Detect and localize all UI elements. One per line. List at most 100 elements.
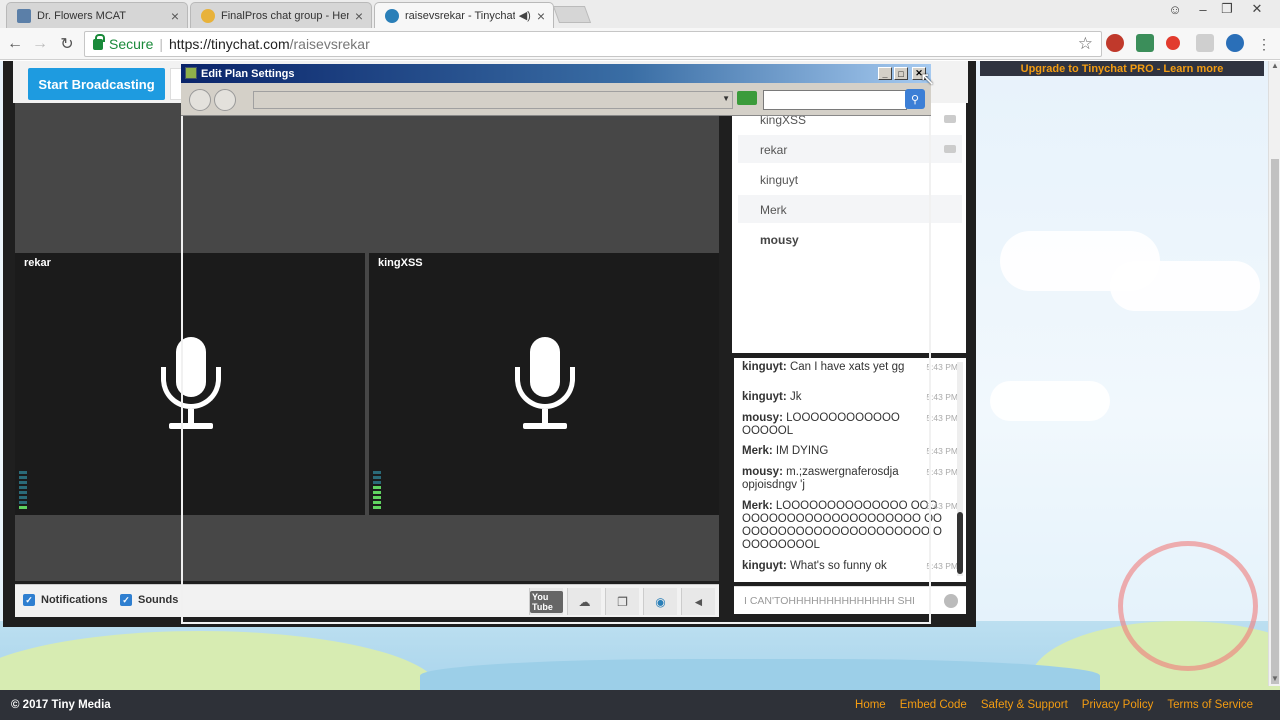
puzzle-extension-icon[interactable]: [1196, 34, 1214, 52]
audio-playing-icon[interactable]: ◀): [519, 9, 531, 22]
footer-link-home[interactable]: Home: [855, 699, 886, 711]
user-name: mousy: [760, 233, 799, 247]
notifications-checkbox[interactable]: ✓ Notifications: [23, 594, 108, 606]
message-text: Can I have xats yet gg: [789, 361, 905, 373]
maximize-icon[interactable]: □: [894, 67, 908, 80]
user-name: kinguyt: [760, 173, 799, 187]
tab-title: raisevsrekar - Tinychat: [405, 9, 515, 22]
video-tile-name: rekar: [24, 257, 51, 269]
audio-level-meter: [19, 467, 27, 509]
user-item-kinguyt[interactable]: kinguyt: [738, 165, 962, 193]
record-extension-icon[interactable]: [1166, 36, 1180, 50]
image-extension-icon[interactable]: [1136, 34, 1154, 52]
user-item-mousy[interactable]: mousy: [738, 225, 962, 253]
level-segment: [19, 496, 27, 499]
close-icon[interactable]: ×: [171, 9, 179, 23]
url-path: /raisevsrekar: [289, 36, 370, 52]
message-text: What's so funny ok: [789, 560, 887, 572]
edit-plan-window-titlebar[interactable]: Edit Plan Settings _ □ ✕: [181, 64, 931, 83]
mouse-cursor-icon: ↖: [920, 69, 936, 89]
cloud-decoration: [1110, 261, 1260, 311]
message-time: 5:43 PM: [926, 362, 958, 372]
sounds-checkbox[interactable]: ✓ Sounds: [120, 594, 178, 606]
bookmark-star-icon[interactable]: ☆: [1078, 34, 1093, 54]
tab-finalpros[interactable]: FinalPros chat group - Here ×: [190, 2, 372, 28]
level-segment: [373, 491, 381, 494]
adblock-extension-icon[interactable]: [1106, 34, 1124, 52]
address-bar[interactable]: Secure | https://tinychat.com /raisevsre…: [84, 31, 1102, 57]
notifications-label: Notifications: [41, 594, 108, 606]
level-segment: [373, 496, 381, 499]
search-input[interactable]: [763, 90, 907, 110]
separator: |: [159, 36, 163, 52]
scroll-up-icon[interactable]: ▲: [1269, 61, 1280, 73]
message-author: Merk:: [742, 445, 773, 457]
footer-link-privacy[interactable]: Privacy Policy: [1082, 699, 1154, 711]
level-segment: [373, 471, 381, 474]
level-segment: [19, 486, 27, 489]
sounds-label: Sounds: [138, 594, 179, 606]
footer-link-safety[interactable]: Safety & Support: [981, 699, 1068, 711]
footer-link-embed-code[interactable]: Embed Code: [900, 699, 967, 711]
message-text: Jk: [789, 391, 802, 403]
level-segment: [19, 501, 27, 504]
tab-bar: Dr. Flowers MCAT × FinalPros chat group …: [0, 0, 1280, 28]
message-time: 5:43 PM: [926, 413, 958, 423]
globe-extension-icon[interactable]: [1226, 34, 1244, 52]
upgrade-banner[interactable]: Upgrade to Tinychat PRO - Learn more: [980, 61, 1264, 76]
go-icon[interactable]: [737, 91, 757, 105]
scroll-down-icon[interactable]: ▼: [1269, 674, 1280, 686]
tab-tinychat[interactable]: raisevsrekar - Tinychat ◀) ×: [374, 2, 554, 28]
copyright: © 2017 Tiny Media: [11, 699, 111, 711]
user-item-rekar[interactable]: rekar: [738, 135, 962, 163]
video-tile-rekar[interactable]: rekar: [15, 253, 365, 515]
message-author: kinguyt:: [742, 361, 787, 373]
chat-app: Start Broadcasting h rekar kingXSS ✓: [3, 61, 976, 627]
lock-icon: [93, 33, 105, 50]
emoji-favicon-icon: [201, 8, 215, 23]
back-icon[interactable]: [189, 89, 211, 111]
youtube-button[interactable]: You Tube: [529, 588, 563, 615]
profile-icon[interactable]: ☺: [1162, 0, 1188, 18]
soundcloud-button[interactable]: ☁: [567, 588, 601, 615]
bottom-bar: ✓ Notifications ✓ Sounds You Tube ☁ ❐ ◉ …: [15, 584, 719, 617]
reload-icon[interactable]: ↻: [55, 32, 79, 56]
minimize-icon[interactable]: –: [1190, 0, 1216, 18]
forward-arrow-icon[interactable]: →: [28, 32, 52, 56]
menu-dots-icon[interactable]: ⋮: [1252, 32, 1276, 56]
restore-icon[interactable]: ❐: [1214, 0, 1240, 18]
checkmark-icon: ✓: [120, 594, 132, 606]
microphone-icon: [515, 337, 575, 433]
chat-input[interactable]: I CAN'TOHHHHHHHHHHHHHH SHI: [734, 586, 966, 614]
tab-dr-flowers[interactable]: Dr. Flowers MCAT ×: [6, 2, 188, 28]
level-segment: [19, 471, 27, 474]
start-broadcasting-button[interactable]: Start Broadcasting: [28, 68, 165, 100]
back-arrow-icon[interactable]: ←: [3, 32, 27, 56]
chat-log: kinguyt: Can I have xats yet gg 5:43 PM …: [734, 358, 966, 582]
message-author: mousy:: [742, 466, 783, 478]
microphone-icon: [161, 337, 221, 433]
new-tab-button[interactable]: [552, 6, 592, 23]
address-dropdown[interactable]: [253, 91, 733, 109]
chat-message: Merk: IM DYING 5:43 PM: [742, 445, 958, 458]
user-item-merk[interactable]: Merk: [738, 195, 962, 223]
forward-icon[interactable]: [214, 89, 236, 111]
window-close-icon[interactable]: ✕: [1244, 0, 1270, 18]
footer-link-terms[interactable]: Terms of Service: [1167, 699, 1253, 711]
close-icon[interactable]: ×: [537, 9, 545, 23]
search-icon[interactable]: ⚲: [905, 89, 925, 109]
scrollbar-thumb[interactable]: [1271, 159, 1279, 684]
chat-message: mousy: LOOOOOOOOOOOO OOOOOL 5:43 PM: [742, 412, 958, 438]
video-tile-kingxss[interactable]: kingXSS: [369, 253, 719, 515]
page-scrollbar[interactable]: ▲ ▼: [1268, 61, 1280, 686]
level-segment: [373, 506, 381, 509]
emoji-icon[interactable]: [944, 594, 958, 608]
close-icon[interactable]: ×: [355, 9, 363, 23]
edit-plan-toolbar: ⚲: [181, 83, 931, 116]
volume-button[interactable]: ◄: [681, 588, 715, 615]
level-segment: [19, 506, 27, 509]
popout-button[interactable]: ❐: [605, 588, 639, 615]
chat-scrollbar[interactable]: [957, 362, 963, 576]
minimize-icon[interactable]: _: [878, 67, 892, 80]
camera-button[interactable]: ◉: [643, 588, 677, 615]
